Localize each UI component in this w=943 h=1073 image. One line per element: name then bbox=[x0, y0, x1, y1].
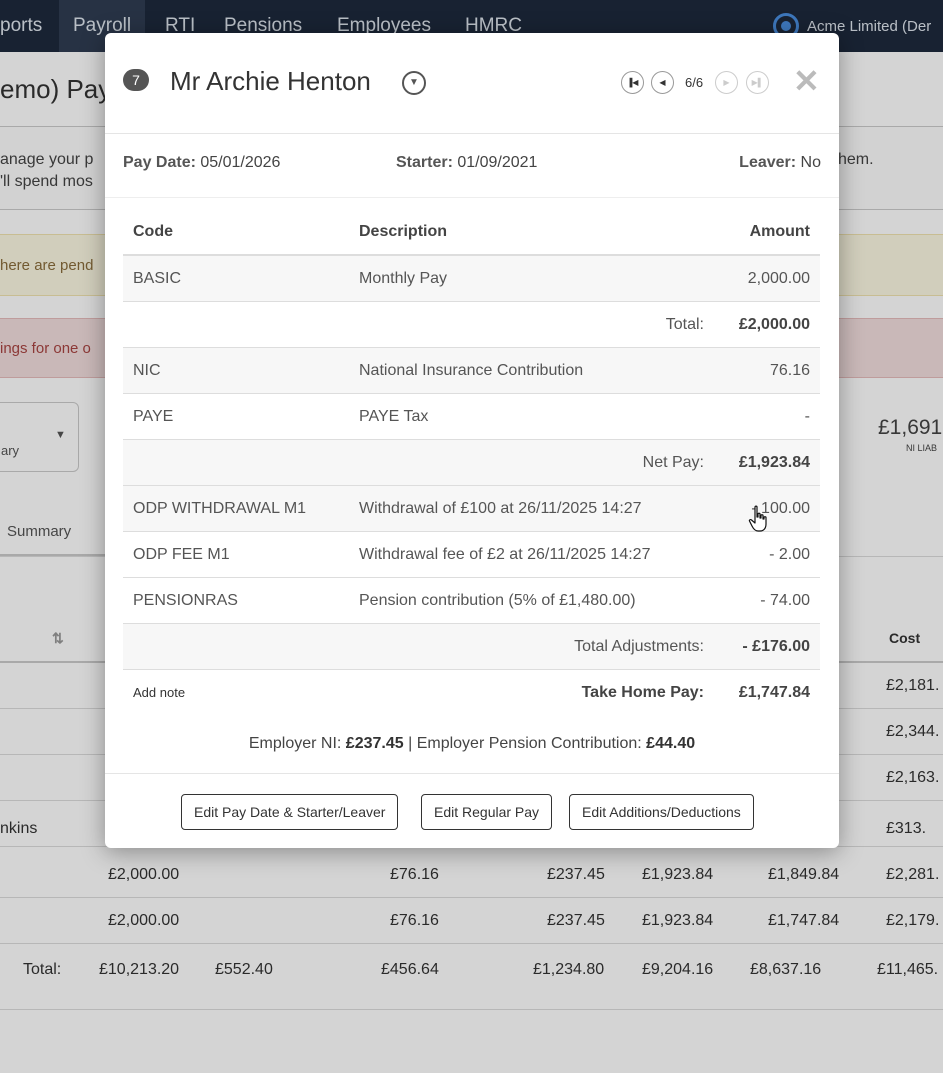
table-row: NIC National Insurance Contribution 76.1… bbox=[123, 348, 820, 394]
hand-pointer-icon bbox=[748, 505, 767, 532]
table-row: BASIC Monthly Pay 2,000.00 bbox=[123, 256, 820, 302]
row-description: PAYE Tax bbox=[359, 408, 429, 425]
total-label: Total: bbox=[665, 316, 704, 333]
table-row: PENSIONRAS Pension contribution (5% of £… bbox=[123, 578, 820, 624]
row-description: Pension contribution (5% of £1,480.00) bbox=[359, 592, 636, 609]
employee-name: Mr Archie Henton bbox=[170, 66, 371, 96]
edit-additions-deductions-button[interactable]: Edit Additions/Deductions bbox=[569, 794, 754, 830]
edit-regular-pay-button[interactable]: Edit Regular Pay bbox=[421, 794, 553, 830]
separator: | bbox=[408, 735, 413, 752]
net-pay-amount: £1,923.84 bbox=[738, 454, 810, 471]
take-home-label: Take Home Pay: bbox=[581, 684, 704, 701]
starter-value: 01/09/2021 bbox=[457, 154, 538, 171]
total-adjustments-row: Total Adjustments: - £176.00 bbox=[123, 624, 820, 670]
row-amount: - 2.00 bbox=[769, 546, 810, 563]
pay-date-value: 05/01/2026 bbox=[200, 154, 281, 171]
previous-employee-icon[interactable]: ◀ bbox=[651, 71, 674, 94]
row-code: ODP FEE M1 bbox=[133, 546, 230, 563]
row-code: PAYE bbox=[133, 408, 174, 425]
row-amount: - bbox=[804, 408, 810, 425]
table-row: ODP WITHDRAWAL M1 Withdrawal of £100 at … bbox=[123, 486, 820, 532]
total-adjustments-amount: - £176.00 bbox=[742, 638, 810, 655]
table-row: PAYE PAYE Tax - bbox=[123, 394, 820, 440]
leaver-status: Leaver: No bbox=[739, 154, 821, 172]
next-employee-icon[interactable]: ▶ bbox=[715, 71, 738, 94]
page-counter: 6/6 bbox=[685, 75, 704, 90]
employer-ni-label: Employer NI: bbox=[248, 735, 342, 752]
employer-pension-value: £44.40 bbox=[646, 735, 696, 752]
row-description: National Insurance Contribution bbox=[359, 362, 584, 379]
employer-pension-label: Employer Pension Contribution: bbox=[416, 735, 642, 752]
pay-date-label: Pay Date: bbox=[123, 154, 196, 171]
leaver-value: No bbox=[800, 154, 821, 171]
starter-label: Starter: bbox=[396, 154, 453, 171]
employer-contributions: Employer NI: £237.45 | Employer Pension … bbox=[105, 735, 839, 753]
net-pay-row: Net Pay: £1,923.84 bbox=[123, 440, 820, 486]
leaver-label: Leaver: bbox=[739, 154, 797, 171]
payslip-table: Code Description Amount BASIC Monthly Pa… bbox=[123, 209, 820, 716]
total-adjustments-label: Total Adjustments: bbox=[574, 638, 704, 655]
employer-ni-value: £237.45 bbox=[345, 735, 404, 752]
table-row: ODP FEE M1 Withdrawal fee of £2 at 26/11… bbox=[123, 532, 820, 578]
employee-number-badge: 7 bbox=[123, 69, 149, 91]
edit-pay-date-button[interactable]: Edit Pay Date & Starter/Leaver bbox=[181, 794, 399, 830]
chevron-down-icon[interactable]: ▼ bbox=[402, 71, 426, 95]
modal-header: 7 Mr Archie Henton ▼ ▐◀ ◀ 6/6 ▶ ▶▌ ✕ bbox=[105, 33, 839, 134]
take-home-row: Add note Take Home Pay: £1,747.84 bbox=[123, 670, 820, 716]
row-amount: 76.16 bbox=[769, 362, 810, 379]
table-header-row: Code Description Amount bbox=[123, 209, 820, 256]
row-code: BASIC bbox=[133, 270, 182, 287]
row-description: Withdrawal of £100 at 26/11/2025 14:27 bbox=[359, 500, 642, 517]
net-pay-label: Net Pay: bbox=[642, 454, 704, 471]
last-employee-icon[interactable]: ▶▌ bbox=[746, 71, 769, 94]
row-amount: 2,000.00 bbox=[747, 270, 810, 287]
row-code: PENSIONRAS bbox=[133, 592, 238, 609]
modal-footer: Edit Pay Date & Starter/Leaver Edit Regu… bbox=[105, 773, 839, 848]
row-description: Withdrawal fee of £2 at 26/11/2025 14:27 bbox=[359, 546, 651, 563]
row-amount: - 74.00 bbox=[760, 592, 810, 609]
pay-info-row: Pay Date: 05/01/2026 Starter: 01/09/2021… bbox=[105, 134, 839, 198]
add-note-link[interactable]: Add note bbox=[133, 670, 185, 716]
starter-date: Starter: 01/09/2021 bbox=[396, 154, 537, 172]
first-employee-icon[interactable]: ▐◀ bbox=[621, 71, 644, 94]
total-amount: £2,000.00 bbox=[738, 316, 810, 333]
row-code: NIC bbox=[133, 362, 161, 379]
column-header-description: Description bbox=[359, 223, 448, 240]
column-header-amount: Amount bbox=[749, 223, 810, 240]
column-header-code: Code bbox=[133, 223, 173, 240]
close-icon[interactable]: ✕ bbox=[793, 63, 820, 99]
payslip-modal: 7 Mr Archie Henton ▼ ▐◀ ◀ 6/6 ▶ ▶▌ ✕ Pay… bbox=[105, 33, 839, 848]
row-description: Monthly Pay bbox=[359, 270, 448, 287]
row-code: ODP WITHDRAWAL M1 bbox=[133, 500, 307, 517]
total-row: Total: £2,000.00 bbox=[123, 302, 820, 348]
take-home-amount: £1,747.84 bbox=[738, 684, 810, 701]
pay-date: Pay Date: 05/01/2026 bbox=[123, 154, 280, 172]
